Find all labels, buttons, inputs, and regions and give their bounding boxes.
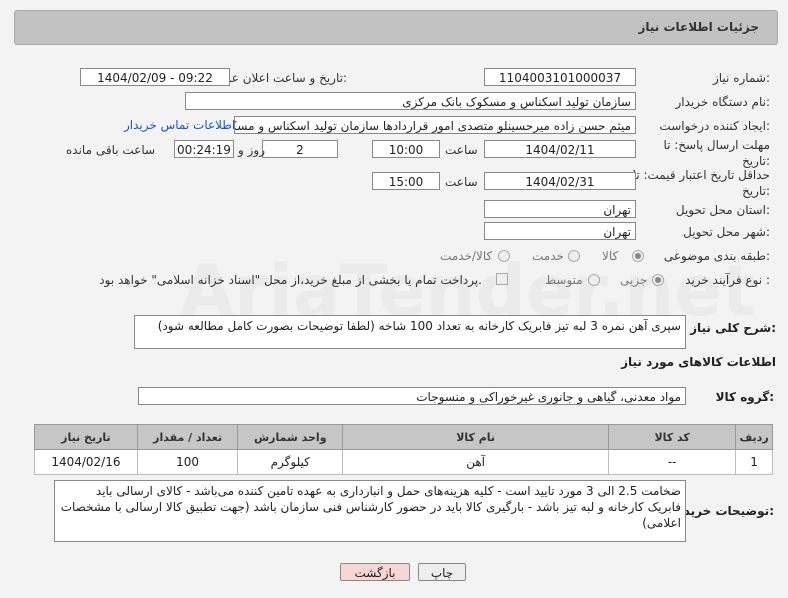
- back-button[interactable]: بازگشت: [340, 563, 410, 581]
- deadline-label: مهلت ارسال پاسخ: تا تاریخ:: [663, 138, 770, 168]
- process-option-minor: جزیی: [620, 273, 648, 287]
- requester-label: ایجاد کننده درخواست:: [659, 119, 770, 133]
- days-field: 2: [262, 140, 338, 158]
- cell-row: 1: [735, 449, 773, 475]
- category-radio-both[interactable]: [498, 250, 510, 262]
- cell-quantity: 100: [136, 449, 239, 475]
- announce-field: 1404/02/09 - 09:22: [80, 68, 230, 86]
- remaining-time-field: 00:24:19: [174, 140, 234, 158]
- process-radio-minor[interactable]: [652, 274, 664, 286]
- process-option-medium: متوسط: [545, 273, 583, 287]
- col-header-quantity: تعداد / مقدار: [136, 424, 239, 450]
- cell-name: آهن: [342, 449, 610, 475]
- category-radio-service[interactable]: [568, 250, 580, 262]
- days-label: روز و: [238, 143, 265, 157]
- category-radio-goods[interactable]: [632, 250, 644, 262]
- treasury-checkbox[interactable]: [496, 273, 508, 285]
- category-option-both: کالا/خدمت: [440, 249, 493, 263]
- buyer-contact-link[interactable]: اطلاعات تماس خریدار: [124, 118, 235, 132]
- page-title: جزئیات اطلاعات نیاز: [638, 20, 759, 34]
- buyer-notes-label: توضیحات خریدار:: [672, 504, 774, 518]
- category-label: طبقه بندی موضوعی:: [663, 249, 770, 263]
- deadline-date-field: 1404/02/11: [484, 140, 636, 158]
- validity-time-field: 15:00: [372, 172, 440, 190]
- goods-table: تاریخ نیاز تعداد / مقدار واحد شمارش نام …: [34, 424, 773, 475]
- table-row[interactable]: 1404/02/16 100 کیلوگرم آهن -- 1: [34, 449, 773, 475]
- col-header-date: تاریخ نیاز: [34, 424, 138, 450]
- need-number-label: شماره نیاز:: [712, 71, 770, 85]
- goods-group-field: مواد معدنی، گیاهی و جانوری غیرخوراکی و م…: [138, 387, 686, 405]
- description-field: سپری آهن نمره 3 لبه تیز فابریک کارخانه ب…: [134, 315, 686, 349]
- payment-note: پرداخت تمام یا بخشی از مبلغ خرید،از محل …: [99, 273, 482, 287]
- goods-section-title: اطلاعات کالاهای مورد نیاز: [621, 355, 776, 369]
- need-number-field: 1104003101000037: [484, 68, 636, 86]
- city-field: تهران: [484, 222, 636, 240]
- cell-code: --: [608, 449, 737, 475]
- city-label: شهر محل تحویل:: [683, 225, 770, 239]
- category-option-goods: کالا: [602, 249, 619, 263]
- buyer-org-field: سازمان تولید اسکناس و مسکوک بانک مرکزی: [185, 92, 636, 110]
- process-label: نوع فرآیند خرید :: [685, 273, 770, 287]
- remaining-label: ساعت باقی مانده: [66, 143, 156, 157]
- validity-label: حداقل تاریخ اعتبار قیمت: تا تاریخ:: [632, 168, 770, 198]
- category-option-service: خدمت: [532, 249, 564, 263]
- table-header-row: تاریخ نیاز تعداد / مقدار واحد شمارش نام …: [34, 424, 773, 450]
- col-header-unit: واحد شمارش: [237, 424, 344, 450]
- province-field: تهران: [484, 200, 636, 218]
- deadline-time-label: ساعت: [445, 143, 478, 157]
- buyer-notes-field: ضخامت 2.5 الی 3 مورد تایید است - کلیه هز…: [54, 480, 686, 542]
- cell-date: 1404/02/16: [34, 449, 138, 475]
- province-label: استان محل تحویل:: [675, 203, 770, 217]
- header-panel: جزئیات اطلاعات نیاز: [14, 10, 778, 45]
- deadline-time-field: 10:00: [372, 140, 440, 158]
- validity-date-field: 1404/02/31: [484, 172, 636, 190]
- buyer-org-label: نام دستگاه خریدار:: [675, 95, 771, 109]
- col-header-name: نام کالا: [342, 424, 610, 450]
- cell-unit: کیلوگرم: [237, 449, 344, 475]
- col-header-row: ردیف: [735, 424, 773, 450]
- description-label: شرح کلی نیاز:: [690, 321, 776, 335]
- print-button[interactable]: چاپ: [418, 563, 466, 581]
- goods-group-label: گروه کالا:: [715, 390, 774, 404]
- requester-field: میثم حسن زاده میرحسینلو متصدی امور قرارد…: [234, 116, 636, 134]
- col-header-code: کد کالا: [608, 424, 737, 450]
- process-radio-medium[interactable]: [588, 274, 600, 286]
- validity-time-label: ساعت: [445, 175, 478, 189]
